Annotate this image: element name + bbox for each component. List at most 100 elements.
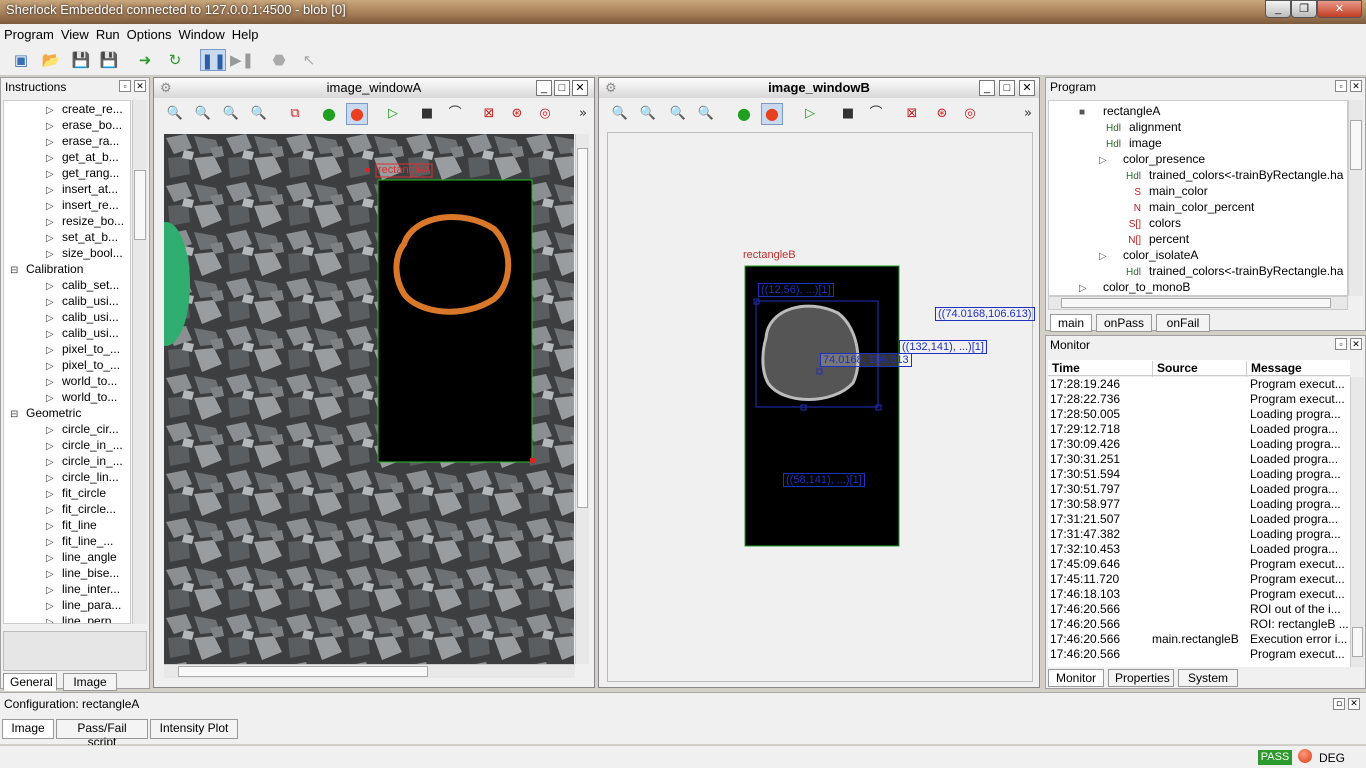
monitor-row[interactable]: 17:30:31.251 Loaded progra... xyxy=(1048,452,1350,467)
monitor-row[interactable]: 17:28:19.246 Program execut... xyxy=(1048,377,1350,392)
zoom-fit-icon[interactable]: 🔍 xyxy=(697,105,715,123)
stop-square-icon[interactable]: ■ xyxy=(418,105,436,123)
zoom-in-icon[interactable]: 🔍 xyxy=(639,105,657,123)
program-tree-item[interactable]: Hdl trained_colors<-trainByRectangle.ha xyxy=(1119,167,1343,183)
tree-item[interactable]: ▷ get_at_b... xyxy=(46,149,119,165)
roi-circle-icon[interactable]: ⊛ xyxy=(933,105,951,123)
program-tree-item[interactable]: S[] colors xyxy=(1119,215,1181,231)
program-tree-item[interactable]: ▷ color_to_monoB xyxy=(1079,279,1190,295)
image-a-hscrollbar[interactable] xyxy=(164,664,575,678)
tree-item[interactable]: ▷ insert_re... xyxy=(46,197,119,213)
tree-item[interactable]: ▷ circle_lin... xyxy=(46,469,119,485)
stop-icon[interactable]: ⬣ xyxy=(268,49,290,71)
tab-onfail[interactable]: onFail xyxy=(1156,314,1210,332)
instructions-scrollbar[interactable] xyxy=(132,100,147,624)
play-icon[interactable]: ▷ xyxy=(384,105,402,123)
monitor-row[interactable]: 17:46:20.566 ROI out of the i... xyxy=(1048,602,1350,617)
roi-ring-icon[interactable]: ◎ xyxy=(961,105,979,123)
minimize-window-button[interactable]: _ xyxy=(1265,0,1291,18)
tree-item[interactable]: ▷ circle_cir... xyxy=(46,421,119,437)
reset-icon[interactable]: ↖ xyxy=(298,49,320,71)
run-continuous-icon[interactable]: ↻ xyxy=(164,49,186,71)
program-tree-item[interactable]: Hdl trained_colors<-trainByRectangle.ha xyxy=(1119,263,1343,279)
save-icon[interactable]: 💾 xyxy=(70,49,92,71)
toolbar-overflow-icon[interactable]: » xyxy=(1019,105,1037,123)
zoom-icon[interactable]: 🔍 xyxy=(611,105,629,123)
tab-system[interactable]: System xyxy=(1178,669,1238,687)
zoom-in-icon[interactable]: 🔍 xyxy=(194,105,212,123)
pause-icon[interactable]: ❚❚ xyxy=(200,49,226,71)
close-icon[interactable]: ✕ xyxy=(572,80,588,96)
tab-general[interactable]: General xyxy=(3,673,57,691)
float-panel-icon[interactable]: ▫ xyxy=(119,80,131,92)
monitor-row[interactable]: 17:46:20.566 ROI: rectangleB ... xyxy=(1048,617,1350,632)
close-panel-icon[interactable]: ✕ xyxy=(1348,698,1360,710)
program-tree-item[interactable]: ▷ color_presence xyxy=(1099,151,1205,167)
tab-pass-fail-script[interactable]: Pass/Fail script xyxy=(56,719,148,749)
tree-item[interactable]: ▷ line_bise... xyxy=(46,565,119,581)
menu-run[interactable]: Run xyxy=(92,24,123,42)
tree-item[interactable]: ▷ erase_ra... xyxy=(46,133,119,149)
tab-onpass[interactable]: onPass xyxy=(1096,314,1152,332)
save-as-icon[interactable]: 💾 xyxy=(98,49,120,71)
maximize-icon[interactable]: □ xyxy=(554,80,570,96)
column-source[interactable]: Source xyxy=(1152,361,1198,377)
tree-item[interactable]: ▷ world_to... xyxy=(46,373,117,389)
tree-item[interactable]: ▷ pixel_to_... xyxy=(46,341,120,357)
monitor-row[interactable]: 17:30:51.797 Loaded progra... xyxy=(1048,482,1350,497)
tree-item[interactable]: ▷ calib_set... xyxy=(46,277,119,293)
program-tree-item[interactable]: Smain_color xyxy=(1119,183,1207,199)
zoom-out-icon[interactable]: 🔍 xyxy=(222,105,240,123)
program-tree-item[interactable]: ▷ color_isolateA xyxy=(1099,247,1198,263)
menu-options[interactable]: Options xyxy=(123,24,175,42)
step-icon[interactable]: ▶❚ xyxy=(230,49,254,71)
roi-rect-icon[interactable]: ⊠ xyxy=(903,105,921,123)
close-panel-icon[interactable]: ✕ xyxy=(1350,80,1362,92)
minimize-icon[interactable]: _ xyxy=(536,80,552,96)
image-canvas-b[interactable] xyxy=(607,132,1033,682)
monitor-row[interactable]: 17:28:50.005 Loading progra... xyxy=(1048,407,1350,422)
new-program-icon[interactable]: ▣ xyxy=(10,49,32,71)
tree-item[interactable]: ▷ world_to... xyxy=(46,389,117,405)
tree-item[interactable]: ▷ insert_at... xyxy=(46,181,118,197)
monitor-row[interactable]: 17:46:20.566 Program execut... xyxy=(1048,647,1350,662)
monitor-row[interactable]: 17:30:51.594 Loading progra... xyxy=(1048,467,1350,482)
program-hscrollbar[interactable] xyxy=(1048,296,1348,310)
float-panel-icon[interactable]: ▫ xyxy=(1335,338,1347,350)
tree-item[interactable]: ▷ calib_usi... xyxy=(46,309,119,325)
column-time[interactable]: Time xyxy=(1052,361,1080,375)
tree-item[interactable]: ▷ line_perp... xyxy=(46,613,121,623)
close-panel-icon[interactable]: ✕ xyxy=(134,80,146,92)
close-icon[interactable]: ✕ xyxy=(1019,80,1035,96)
monitor-row[interactable]: 17:46:20.566 main.rectangleB Execution err… xyxy=(1048,632,1350,647)
image-canvas-a[interactable] xyxy=(164,134,574,664)
tree-item[interactable]: ▷ line_para... xyxy=(46,597,121,613)
monitor-row[interactable]: 17:29:12.718 Loaded progra... xyxy=(1048,422,1350,437)
arc-icon[interactable]: ⌒ xyxy=(867,105,885,123)
expand-arrow-icon[interactable]: ▷ xyxy=(46,615,56,623)
tree-item[interactable]: ▷ size_bool... xyxy=(46,245,123,261)
arc-icon[interactable]: ⌒ xyxy=(446,105,464,123)
monitor-row[interactable]: 17:30:09.426 Loading progra... xyxy=(1048,437,1350,452)
monitor-vscrollbar[interactable] xyxy=(1350,377,1364,667)
menu-help[interactable]: Help xyxy=(228,24,262,42)
green-status-icon[interactable]: ● xyxy=(735,105,753,123)
menu-program[interactable]: Program xyxy=(0,24,57,42)
monitor-row[interactable]: 17:31:21.507 Loaded progra... xyxy=(1048,512,1350,527)
toolbar-overflow-icon[interactable]: » xyxy=(574,105,592,123)
tree-item[interactable]: ▷ fit_line xyxy=(46,517,97,533)
tree-item[interactable]: ▷ calib_usi... xyxy=(46,325,119,341)
menu-window[interactable]: Window xyxy=(174,24,227,42)
tree-item[interactable]: ▷ create_re... xyxy=(46,101,123,117)
tree-item[interactable]: ▷ circle_in_... xyxy=(46,437,123,453)
program-tree-item[interactable]: ■ rectangleA xyxy=(1079,103,1160,119)
overlay-icon[interactable]: ⧉ xyxy=(286,105,304,123)
tree-item[interactable]: ▷ get_rang... xyxy=(46,165,119,181)
open-folder-icon[interactable]: 📂 xyxy=(40,49,62,71)
close-window-button[interactable]: ✕ xyxy=(1317,0,1362,18)
program-vscrollbar[interactable] xyxy=(1348,100,1363,296)
tree-category[interactable]: ⊟ Geometric xyxy=(10,405,81,421)
collapse-icon[interactable]: ⊟ xyxy=(10,407,20,423)
collapse-icon[interactable]: ⊟ xyxy=(10,263,20,279)
stop-square-icon[interactable]: ■ xyxy=(839,105,857,123)
